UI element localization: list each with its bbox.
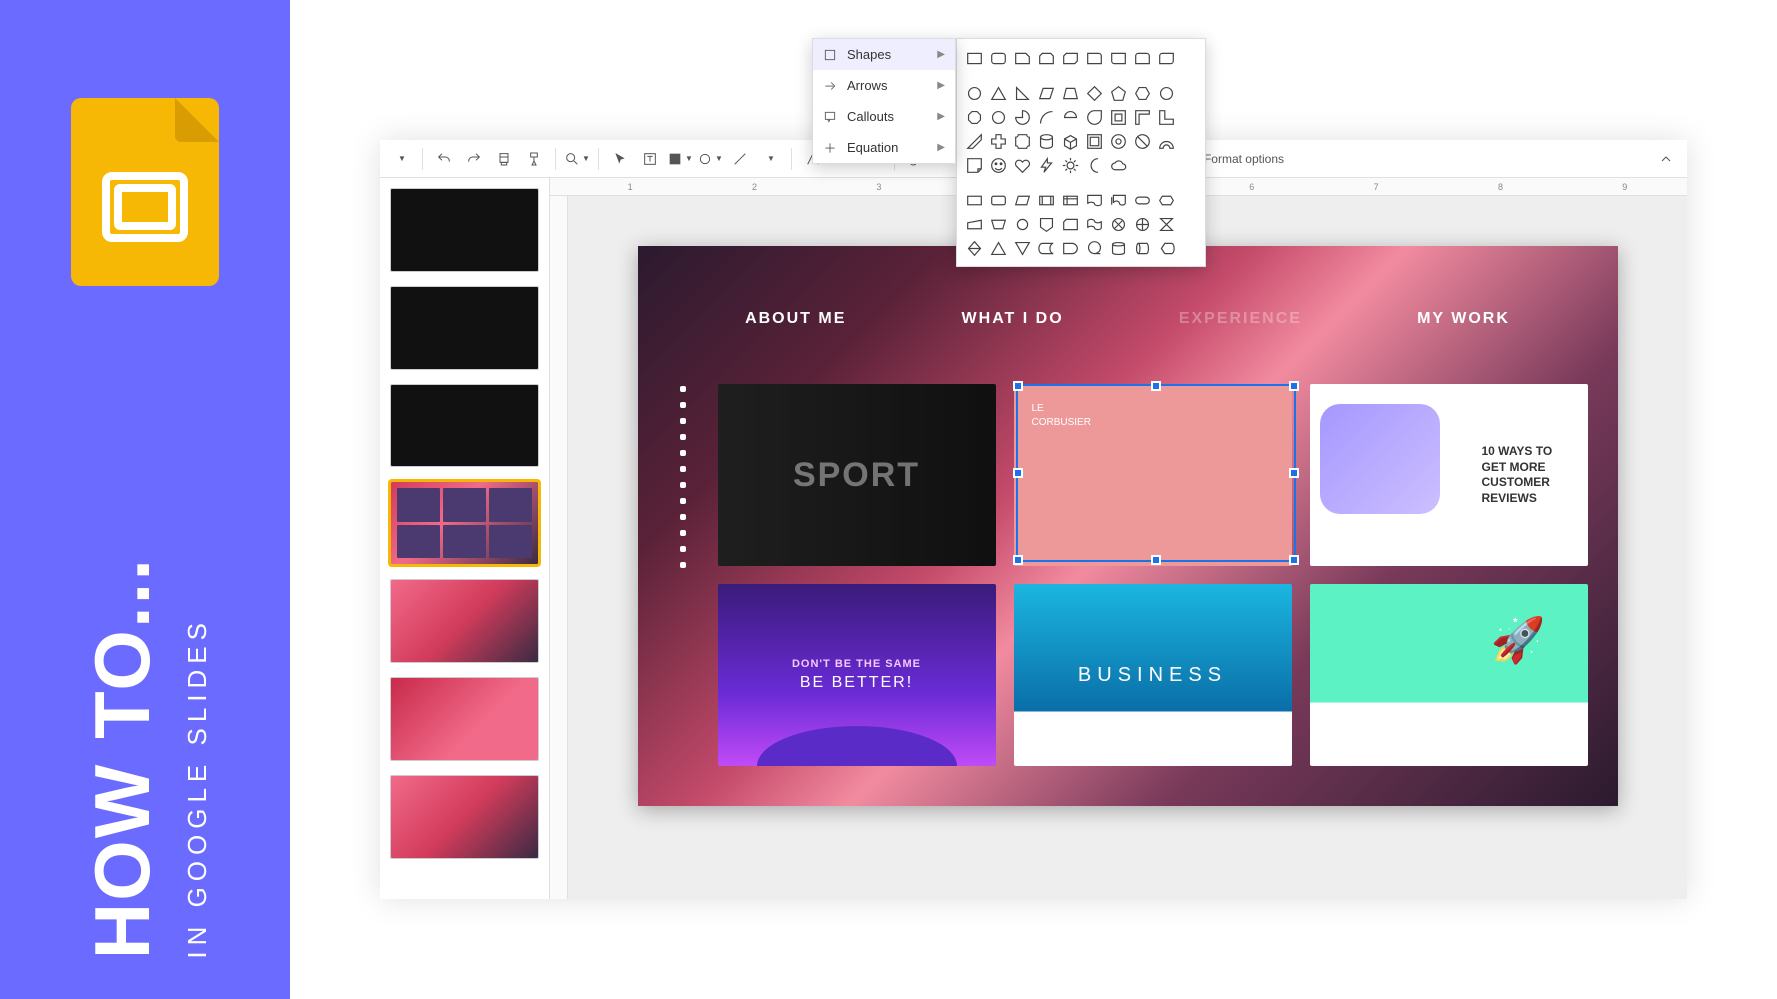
thumb-6[interactable] xyxy=(390,677,539,761)
card-business[interactable]: BUSINESS xyxy=(1014,584,1292,766)
shape-flowchart-collate[interactable] xyxy=(1157,215,1176,234)
line-dropdown[interactable]: ▼ xyxy=(757,146,783,172)
shape-flowchart-card[interactable] xyxy=(1061,215,1080,234)
nav-work: MY WORK xyxy=(1417,310,1510,328)
nav-about: ABOUT ME xyxy=(745,310,846,328)
textbox-tool[interactable] xyxy=(637,146,663,172)
nav-what: WHAT I DO xyxy=(962,310,1064,328)
card-reviews[interactable]: 10 WAYS TO GET MORE CUSTOMER REVIEWS xyxy=(1310,384,1588,566)
shape-flowchart-or[interactable] xyxy=(1133,215,1152,234)
line-tool[interactable] xyxy=(727,146,753,172)
zoom-button[interactable]: ▼ xyxy=(564,146,590,172)
slide-thumbnails[interactable] xyxy=(380,178,550,899)
thumb-2[interactable] xyxy=(390,286,539,370)
shape-block-arc[interactable] xyxy=(1157,140,1176,151)
new-slide-dropdown[interactable]: ▼ xyxy=(388,146,414,172)
editor: 123456789 ABOUT ME WHAT I DO EXPERIENCE … xyxy=(380,178,1687,899)
shape-smiley[interactable] xyxy=(989,156,1008,175)
shape-flowchart-internal-storage[interactable] xyxy=(1061,191,1080,210)
shape-flowchart-alt-process[interactable] xyxy=(989,191,1008,210)
thumb-5[interactable] xyxy=(390,579,539,663)
shape-flowchart-manual-op[interactable] xyxy=(989,215,1008,234)
shape-cross[interactable] xyxy=(989,140,1008,151)
shape-flowchart-punched-tape[interactable] xyxy=(1085,215,1104,234)
card-corbusier-selected[interactable]: LECORBUSIER xyxy=(1014,384,1292,566)
howto-subtitle: IN GOOGLE SLIDES xyxy=(182,617,213,959)
shape-flowchart-sort[interactable] xyxy=(965,239,984,258)
shape-flowchart-merge[interactable] xyxy=(1013,239,1032,258)
vertical-ruler xyxy=(550,196,568,899)
redo-button[interactable] xyxy=(461,146,487,172)
nav-experience: EXPERIENCE xyxy=(1179,310,1302,328)
shape-flowchart-connector[interactable] xyxy=(1013,215,1032,234)
shape-flowchart-manual-input[interactable] xyxy=(965,215,984,234)
shape-heart[interactable] xyxy=(1013,156,1032,175)
canvas-stage[interactable]: ABOUT ME WHAT I DO EXPERIENCE MY WORK SP… xyxy=(568,196,1687,899)
app-container: ▼ ▼ ▼ ▼ ▼ xyxy=(290,0,1777,999)
card-space[interactable]: DON'T BE THE SAME BE BETTER! xyxy=(718,584,996,766)
shape-flowchart-data[interactable] xyxy=(1013,191,1032,210)
undo-button[interactable] xyxy=(431,146,457,172)
collapse-toolbar-button[interactable] xyxy=(1653,146,1679,172)
shape-flowchart-document[interactable] xyxy=(1085,191,1104,210)
shapes-flyout xyxy=(956,140,1206,267)
shape-flowchart-terminator[interactable] xyxy=(1133,191,1152,210)
shape-cloud[interactable] xyxy=(1109,156,1128,175)
mask-image-menu: Shapes▶ Arrows▶ Callouts▶ Equation▶ xyxy=(812,140,956,164)
root: HOW TO... IN GOOGLE SLIDES ▼ ▼ ▼ ▼ xyxy=(0,0,1777,999)
shape-flowchart-summing[interactable] xyxy=(1109,215,1128,234)
shape-flowchart-extract[interactable] xyxy=(989,239,1008,258)
card-startup[interactable] xyxy=(1310,584,1588,766)
canvas-wrap: 123456789 ABOUT ME WHAT I DO EXPERIENCE … xyxy=(550,178,1687,899)
thumb-4[interactable] xyxy=(390,481,539,565)
shape-no-symbol[interactable] xyxy=(1133,140,1152,151)
thumb-7[interactable] xyxy=(390,775,539,859)
shape-flowchart-magdisk[interactable] xyxy=(1109,239,1128,258)
brand-text: HOW TO... IN GOOGLE SLIDES xyxy=(77,557,213,959)
select-tool[interactable] xyxy=(607,146,633,172)
shape-flowchart-direct-access[interactable] xyxy=(1133,239,1152,258)
portfolio-cards: SPORT LECORBUSIER 10 WAYS TO GET MORE CU… xyxy=(718,384,1588,766)
tutorial-brand-panel: HOW TO... IN GOOGLE SLIDES xyxy=(0,0,290,999)
shape-flowchart-seq-access[interactable] xyxy=(1085,239,1104,258)
image-tool[interactable]: ▼ xyxy=(667,146,693,172)
shape-cube[interactable] xyxy=(1061,140,1080,151)
shape-flowchart-process[interactable] xyxy=(965,191,984,210)
shape-flowchart-preparation[interactable] xyxy=(1157,191,1176,210)
shape-flowchart-stored[interactable] xyxy=(1037,239,1056,258)
shape-folded-corner[interactable] xyxy=(965,156,984,175)
format-options-button[interactable]: Format options xyxy=(1198,146,1290,172)
shape-plaque[interactable] xyxy=(1013,140,1032,151)
shape-flowchart-predefined[interactable] xyxy=(1037,191,1056,210)
print-button[interactable] xyxy=(491,146,517,172)
shape-flowchart-multidoc[interactable] xyxy=(1109,191,1128,210)
shape-moon[interactable] xyxy=(1085,156,1104,175)
shape-donut[interactable] xyxy=(1109,140,1128,151)
shape-flowchart-display[interactable] xyxy=(1157,239,1176,258)
slides-window: ▼ ▼ ▼ ▼ ▼ xyxy=(380,140,1687,899)
thumb-1[interactable] xyxy=(390,188,539,272)
thumb-3[interactable] xyxy=(390,384,539,468)
mask-menu-equation[interactable]: Equation▶ xyxy=(813,140,955,163)
shape-tool[interactable]: ▼ xyxy=(697,146,723,172)
dot-indicator xyxy=(680,386,686,568)
slides-logo-icon xyxy=(71,98,219,286)
howto-title: HOW TO... xyxy=(77,557,168,959)
card-sport[interactable]: SPORT xyxy=(718,384,996,566)
paint-format-button[interactable] xyxy=(521,146,547,172)
shape-can[interactable] xyxy=(1037,140,1056,151)
slide-nav: ABOUT ME WHAT I DO EXPERIENCE MY WORK xyxy=(638,310,1618,328)
shape-bevel[interactable] xyxy=(1085,140,1104,151)
shape-lightning[interactable] xyxy=(1037,156,1056,175)
slide-canvas[interactable]: ABOUT ME WHAT I DO EXPERIENCE MY WORK SP… xyxy=(638,246,1618,806)
shape-sun[interactable] xyxy=(1061,156,1080,175)
shape-diagonal-stripe[interactable] xyxy=(965,140,984,151)
shape-flowchart-offpage[interactable] xyxy=(1037,215,1056,234)
shape-flowchart-delay[interactable] xyxy=(1061,239,1080,258)
